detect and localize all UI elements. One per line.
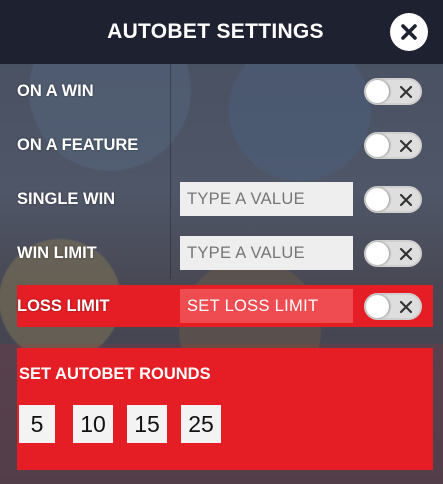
row-label: ON A FEATURE bbox=[17, 136, 139, 154]
row-label: ON A WIN bbox=[17, 82, 94, 100]
close-icon bbox=[401, 24, 417, 40]
rounds-option-button[interactable]: 5 bbox=[19, 405, 55, 443]
toggle-knob bbox=[366, 80, 389, 103]
rounds-option-button[interactable]: 15 bbox=[127, 405, 167, 443]
on-a-feature-toggle[interactable] bbox=[364, 132, 422, 159]
loss-limit-input[interactable] bbox=[180, 289, 353, 323]
single-win-toggle[interactable] bbox=[364, 186, 422, 213]
toggle-knob bbox=[366, 134, 389, 157]
setting-row-on-a-feature: ON A FEATURE bbox=[0, 124, 443, 166]
close-button[interactable] bbox=[390, 13, 428, 51]
rounds-title: SET AUTOBET ROUNDS bbox=[19, 365, 211, 383]
row-label: LOSS LIMIT bbox=[17, 297, 110, 315]
rounds-option-button[interactable]: 25 bbox=[181, 405, 221, 443]
setting-row-win-limit: WIN LIMIT bbox=[0, 232, 443, 274]
autobet-rounds-section: SET AUTOBET ROUNDS 5 10 15 25 bbox=[17, 348, 433, 470]
setting-row-on-a-win: ON A WIN bbox=[0, 70, 443, 112]
row-label: SINGLE WIN bbox=[17, 190, 116, 208]
win-limit-input[interactable] bbox=[180, 236, 353, 270]
on-a-win-toggle[interactable] bbox=[364, 78, 422, 105]
x-icon bbox=[399, 85, 413, 99]
setting-row-single-win: SINGLE WIN bbox=[0, 178, 443, 220]
toggle-knob bbox=[366, 295, 389, 318]
toggle-knob bbox=[366, 188, 389, 211]
x-icon bbox=[399, 139, 413, 153]
setting-row-loss-limit: LOSS LIMIT bbox=[17, 285, 433, 327]
x-icon bbox=[399, 247, 413, 261]
header-bar: AUTOBET SETTINGS bbox=[0, 0, 443, 64]
page-title: AUTOBET SETTINGS bbox=[107, 20, 324, 43]
win-limit-toggle[interactable] bbox=[364, 240, 422, 267]
x-icon bbox=[399, 300, 413, 314]
rounds-option-button[interactable]: 10 bbox=[73, 405, 113, 443]
single-win-input[interactable] bbox=[180, 182, 353, 216]
toggle-knob bbox=[366, 242, 389, 265]
loss-limit-toggle[interactable] bbox=[364, 293, 422, 320]
row-label: WIN LIMIT bbox=[17, 244, 97, 262]
x-icon bbox=[399, 193, 413, 207]
